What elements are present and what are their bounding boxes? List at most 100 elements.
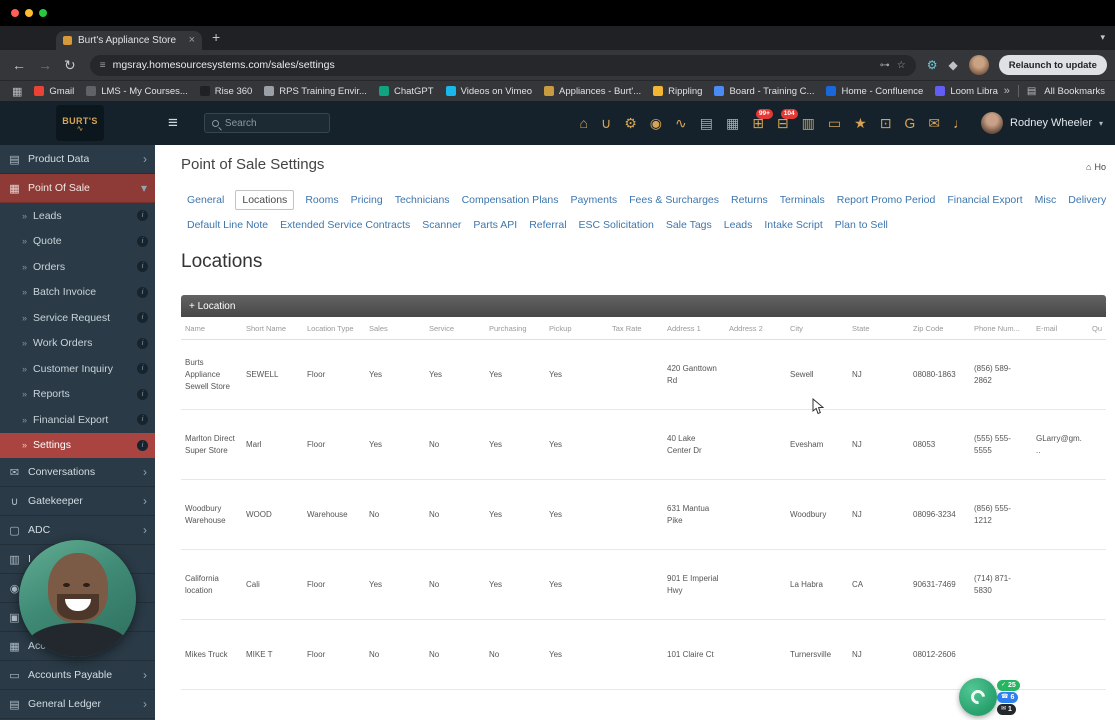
table-row[interactable]: Woodbury Warehouse WOOD Warehouse No No Yes Ye… [181,480,1106,550]
check-icon-badge[interactable]: ✓ 25 [997,680,1020,692]
tab-technicians[interactable]: Technicians [389,191,456,209]
bookmark-rise-360[interactable]: Rise 360 [199,86,252,97]
column-header-phone-num[interactable]: Phone Num... [970,324,1032,333]
tab-payments[interactable]: Payments [564,191,623,209]
bookmark-board-training-c[interactable]: Board - Training C... [714,86,814,97]
column-header-sales[interactable]: Sales [365,324,425,333]
tab-search-chevron-icon[interactable]: ▾ [1100,32,1105,43]
column-header-purchasing[interactable]: Purchasing [485,324,545,333]
tab-report-promo-period[interactable]: Report Promo Period [831,191,942,209]
table-row[interactable]: Mikes Truck MIKE T Floor No No No Yes 101 Clair… [181,620,1106,690]
bookmark-videos-on-vimeo[interactable]: Videos on Vimeo [445,86,532,97]
column-header-address-2[interactable]: Address 2 [725,324,786,333]
home-link[interactable]: ⌂ Ho [1086,162,1106,172]
burts-logo[interactable]: BURT'S ∿ [56,105,104,141]
tab-scanner[interactable]: Scanner [416,216,467,234]
sidebar-subitem-service-request[interactable]: » Service Request i [0,305,155,331]
password-key-icon[interactable]: ⊶ [880,60,890,71]
user-menu[interactable]: Rodney Wheeler ▾ [981,112,1103,134]
tab-locations[interactable]: Locations [235,189,295,210]
bookmarks-overflow-icon[interactable]: » [1004,85,1010,97]
gift-icon[interactable]: ⊞ 99+ [752,109,773,130]
sidebar-subitem-quote[interactable]: » Quote i [0,229,155,255]
tab-general[interactable]: General [181,191,230,209]
window-zoom-button[interactable] [39,9,47,17]
sidebar-item-product-data[interactable]: ▤ Product Data › [0,145,155,174]
university-icon[interactable]: ∪ [601,116,611,130]
tab-close-icon[interactable]: × [189,35,195,46]
column-header-service[interactable]: Service [425,324,485,333]
tab-parts-api[interactable]: Parts API [467,216,523,234]
bookmark-loom-library[interactable]: Loom Library [935,86,998,97]
bookmark-home-confluence[interactable]: Home - Confluence [826,86,923,97]
sidebar-subitem-customer-inquiry[interactable]: » Customer Inquiry i [0,356,155,382]
extension-gear-icon[interactable]: ⚙ [927,58,938,72]
tab-misc[interactable]: Misc [1029,191,1063,209]
sidebar-subitem-leads[interactable]: » Leads i [0,203,155,229]
relaunch-button[interactable]: Relaunch to update [998,55,1107,75]
tab-fees-surcharges[interactable]: Fees & Surcharges [623,191,725,209]
all-bookmarks-button[interactable]: All Bookmarks [1044,86,1105,97]
column-header-location-type[interactable]: Location Type [303,324,365,333]
column-header-short-name[interactable]: Short Name [242,324,303,333]
tab-delivery[interactable]: Delivery [1062,191,1112,209]
tab-financial-export[interactable]: Financial Export [941,191,1028,209]
sidebar-subitem-orders[interactable]: » Orders i [0,254,155,280]
tab-rooms[interactable]: Rooms [299,191,344,209]
table-row[interactable]: Burts Appliance Sewell Store SEWELL Floor Y… [181,340,1106,410]
tab-compensation-plans[interactable]: Compensation Plans [456,191,565,209]
bell-icon[interactable]: ♩ [953,116,967,130]
tab-extended-service-contracts[interactable]: Extended Service Contracts [274,216,416,234]
apps-grid-icon[interactable]: ▦ [12,85,22,98]
tab-returns[interactable]: Returns [725,191,774,209]
idcard-icon[interactable]: ▭ [828,116,841,130]
chat-widget-button[interactable] [959,678,997,716]
reload-button[interactable]: ↻ [64,57,76,74]
cash-icon[interactable]: ▥ [802,116,815,130]
global-search[interactable] [203,113,330,133]
wallet-icon[interactable]: ▤ [700,116,713,130]
site-info-icon[interactable]: ≡ [100,60,106,71]
tab-default-line-note[interactable]: Default Line Note [181,216,274,234]
tab-plan-to-sell[interactable]: Plan to Sell [829,216,894,234]
sidebar-item-conversations[interactable]: ✉ Conversations › [0,458,155,487]
tab-terminals[interactable]: Terminals [774,191,831,209]
webcam-icon[interactable]: ◉ [650,116,662,130]
column-header-tax-rate[interactable]: Tax Rate [608,324,663,333]
column-header-zip-code[interactable]: Zip Code [909,324,970,333]
table-row[interactable]: Marlton Direct Super Store Marl Floor Yes No… [181,410,1106,480]
bookmark-rippling[interactable]: Rippling [653,86,702,97]
phone-icon-badge[interactable]: ☎ 6 [997,692,1019,704]
tab-pricing[interactable]: Pricing [345,191,389,209]
add-location-button[interactable]: + Location [189,301,235,312]
bookmark-star-icon[interactable]: ☆ [897,60,906,71]
tab-esc-solicitation[interactable]: ESC Solicitation [573,216,660,234]
calculator-icon[interactable]: ⊡ [880,116,892,130]
forward-button[interactable]: → [38,57,52,73]
sidebar-subitem-batch-invoice[interactable]: » Batch Invoice i [0,280,155,306]
tab-referral[interactable]: Referral [523,216,572,234]
spreadsheet-icon[interactable]: ▦ [726,116,739,130]
chat-bubble-icon-badge[interactable]: ✉ 1 [997,704,1016,716]
sidebar-subitem-reports[interactable]: » Reports i [0,382,155,408]
tab-sale-tags[interactable]: Sale Tags [660,216,718,234]
tab-leads[interactable]: Leads [718,216,759,234]
tab-intake-script[interactable]: Intake Script [758,216,828,234]
sidebar-subitem-work-orders[interactable]: » Work Orders i [0,331,155,357]
window-minimize-button[interactable] [25,9,33,17]
menu-hamburger-icon[interactable]: ≡ [168,113,178,133]
cart-icon[interactable]: ⊟ 104 [777,109,798,130]
browser-profile-avatar[interactable] [968,55,989,75]
column-header-state[interactable]: State [848,324,909,333]
sidebar-subitem-financial-export[interactable]: » Financial Export i [0,407,155,433]
search-input[interactable] [224,117,315,129]
column-header-name[interactable]: Name [181,324,242,333]
url-bar[interactable]: ≡ mgsray.homesourcesystems.com/sales/set… [89,54,916,76]
chat-icon[interactable]: ✉ [928,116,940,130]
bookmark-rps-training-envir[interactable]: RPS Training Envir... [264,86,367,97]
column-header-address-1[interactable]: Address 1 [663,324,725,333]
google-icon[interactable]: G [904,116,915,130]
bookmark-chatgpt[interactable]: ChatGPT [378,86,434,97]
column-header-city[interactable]: City [786,324,848,333]
gear-icon[interactable]: ⚙ [624,116,637,130]
